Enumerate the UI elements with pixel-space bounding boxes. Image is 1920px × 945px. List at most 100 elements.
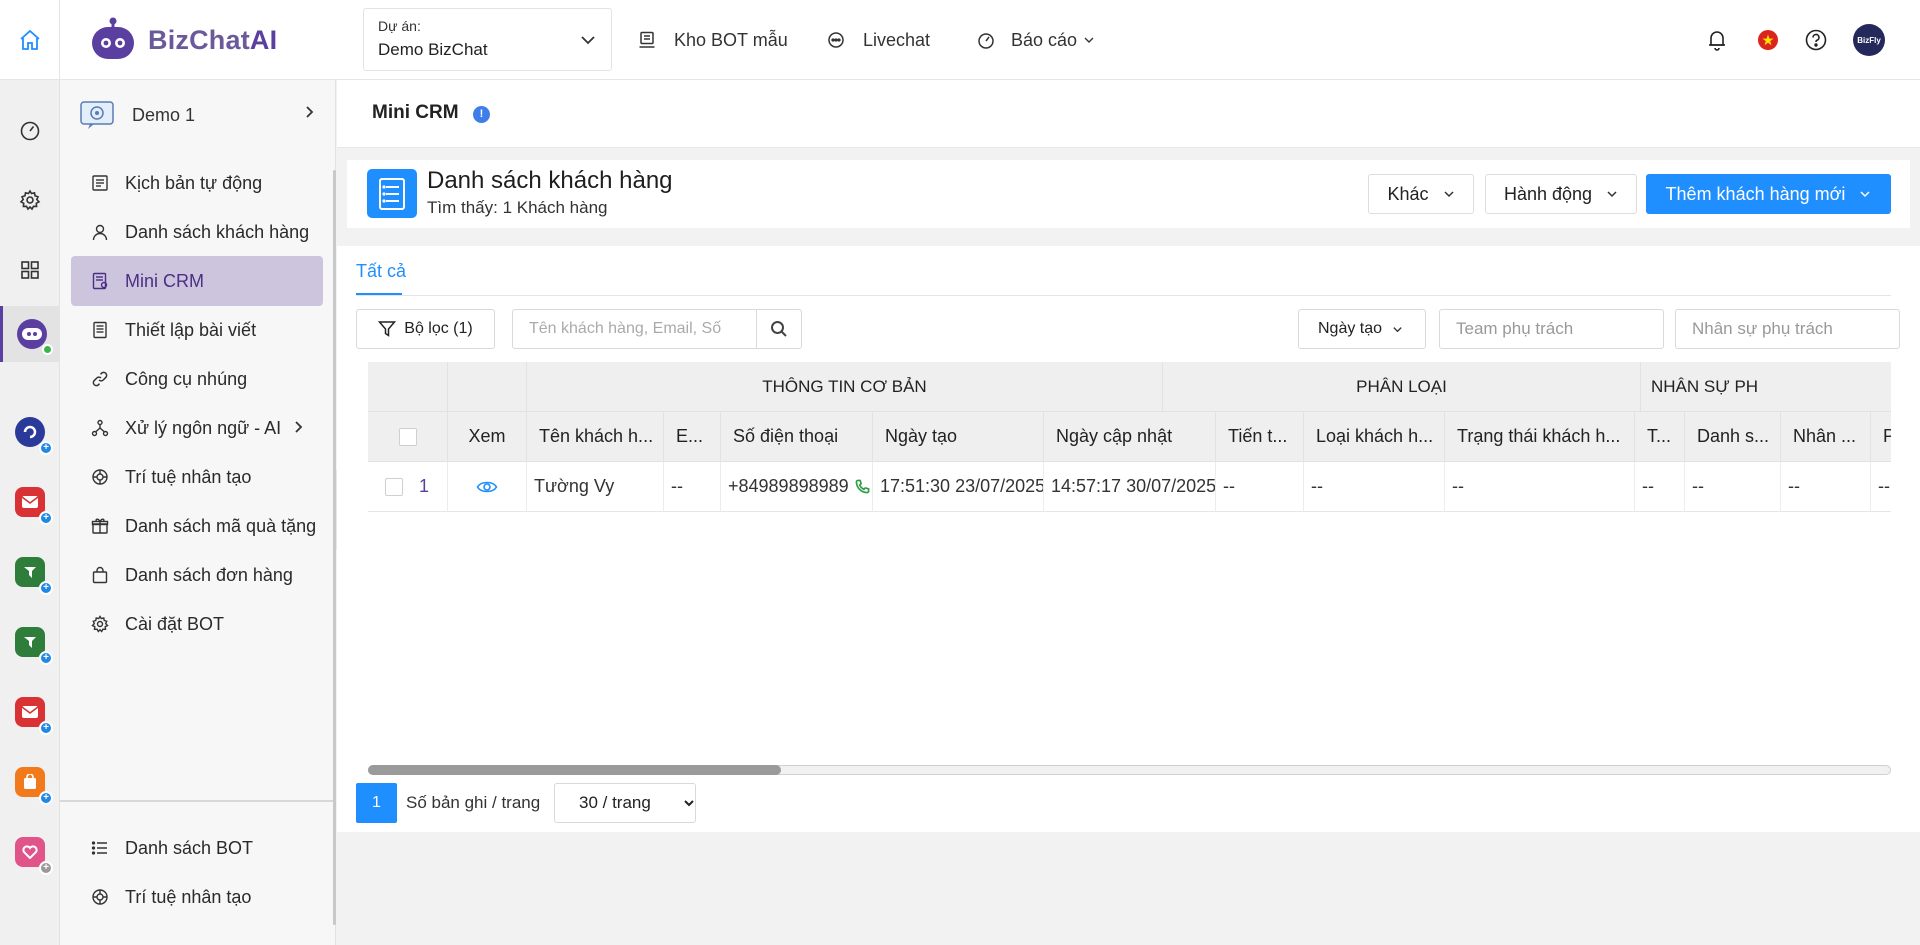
group-header-basic-info: THÔNG TIN CƠ BẢN — [527, 362, 1163, 412]
rail-app-mail[interactable]: + — [0, 482, 60, 525]
sidebar-item-label: Thiết lập bài viết — [125, 319, 257, 340]
sidebar-divider — [60, 800, 336, 802]
sidebar-item-nlp[interactable]: Xử lý ngôn ngữ - AI — [71, 403, 323, 453]
info-icon[interactable]: ! — [473, 106, 490, 123]
notification-button[interactable] — [1701, 24, 1733, 56]
column-header[interactable]: Tiến t... — [1216, 412, 1304, 462]
rail-app-mail-2[interactable]: + — [0, 692, 60, 735]
language-button[interactable] — [1752, 24, 1784, 56]
add-customer-button[interactable]: Thêm khách hàng mới — [1646, 174, 1891, 214]
customer-table-panel: Tất cả Bộ lọc (1) Tên khách hàng, Email,… — [337, 246, 1920, 832]
column-header[interactable]: P — [1871, 412, 1891, 462]
horizontal-scrollbar-thumb[interactable] — [368, 765, 781, 775]
button-label: Thêm khách hàng mới — [1665, 183, 1846, 204]
chevron-down-icon — [581, 36, 595, 45]
search-placeholder: Tên khách hàng, Email, Số — [529, 320, 722, 337]
tab-all[interactable]: Tất cả — [356, 261, 406, 282]
gear-icon — [91, 615, 109, 633]
bizfly-app-icon: + — [15, 417, 53, 455]
rail-app-crm-2[interactable]: + — [0, 622, 60, 665]
sidebar-item-ai-bottom[interactable]: Trí tuệ nhân tạo — [71, 872, 323, 922]
sidebar-item-label: Kịch bản tự động — [125, 172, 263, 193]
sidebar-item-orders[interactable]: Danh sách đơn hàng — [71, 550, 323, 600]
button-label: Hành động — [1503, 183, 1593, 204]
customer-table: THÔNG TIN CƠ BẢN PHÂN LOẠI NHÂN SỰ PH Xe… — [368, 362, 1891, 774]
bot-selector[interactable]: Demo 1 — [60, 80, 336, 150]
column-header[interactable]: E... — [664, 412, 721, 462]
per-page-label: Số bản ghi / trang — [406, 793, 541, 812]
sidebar-item-ai[interactable]: Trí tuệ nhân tạo — [71, 452, 323, 502]
per-page-select[interactable]: 30 / trang — [554, 783, 696, 823]
rail-settings[interactable] — [0, 180, 60, 220]
group-header-classification: PHÂN LOẠI — [1163, 362, 1641, 412]
team-select[interactable]: Team phụ trách — [1439, 309, 1664, 349]
brand-logo[interactable]: BizChatAI — [88, 14, 277, 66]
gear-icon — [19, 189, 41, 211]
sidebar-item-posts[interactable]: Thiết lập bài viết — [71, 305, 323, 355]
rail-app-pink[interactable]: + — [0, 832, 60, 875]
nav-bot-templates[interactable]: Kho BOT mẫu — [638, 0, 788, 80]
button-label: Khác — [1387, 183, 1429, 204]
avatar-logo-icon: BizFly — [1857, 35, 1881, 45]
date-sort-select[interactable]: Ngày tạo — [1298, 309, 1426, 349]
sidebar-item-bot-settings[interactable]: Cài đặt BOT — [71, 599, 323, 649]
vietnam-flag-icon — [1758, 30, 1778, 50]
pagination-page-1[interactable]: 1 — [356, 783, 397, 823]
bot-avatar-icon — [80, 101, 114, 129]
nav-label: Kho BOT mẫu — [674, 29, 788, 50]
top-bar: BizChatAI Dự án: Demo BizChat Kho BOT mẫ… — [0, 0, 1920, 80]
select-all-checkbox-cell — [368, 412, 448, 462]
filter-button[interactable]: Bộ lọc (1) — [356, 309, 495, 349]
project-select[interactable]: Dự án: Demo BizChat — [363, 8, 612, 71]
sidebar-item-gift-codes[interactable]: Danh sách mã quà tặng — [71, 501, 323, 551]
bag-icon — [92, 566, 108, 584]
search-button[interactable] — [756, 309, 802, 349]
column-header[interactable]: Số điện thoại — [721, 412, 873, 462]
sidebar-item-embed[interactable]: Công cụ nhúng — [71, 354, 323, 404]
sidebar-item-label: Danh sách BOT — [125, 837, 254, 858]
customer-search-input[interactable]: Tên khách hàng, Email, Số — [512, 309, 757, 349]
column-header[interactable]: Ngày cập nhật — [1044, 412, 1216, 462]
row-checkbox[interactable] — [385, 477, 403, 496]
brand-name: BizChatAI — [148, 24, 278, 55]
action-dropdown-button[interactable]: Hành động — [1485, 174, 1637, 214]
nav-livechat[interactable]: Livechat — [827, 0, 930, 80]
cell-customer-name[interactable]: Tường Vy — [527, 462, 664, 512]
rail-bizchat[interactable] — [0, 306, 60, 362]
help-button[interactable] — [1800, 24, 1832, 56]
add-badge: + — [39, 651, 53, 665]
chevron-down-icon — [1084, 37, 1094, 43]
column-header[interactable]: Xem — [448, 412, 527, 462]
select-all-checkbox[interactable] — [398, 427, 417, 446]
other-dropdown-button[interactable]: Khác — [1368, 174, 1474, 214]
avatar[interactable]: BizFly — [1853, 24, 1885, 56]
help-icon — [1805, 29, 1827, 51]
phone-call-icon[interactable] — [855, 479, 870, 494]
column-header[interactable]: Trạng thái khách h... — [1445, 412, 1635, 462]
staff-select[interactable]: Nhân sự phụ trách — [1675, 309, 1900, 349]
sidebar-item-mini-crm[interactable]: Mini CRM — [71, 256, 323, 306]
column-header[interactable]: Ngày tạo — [873, 412, 1044, 462]
page-title: Mini CRM — [372, 102, 459, 123]
sidebar-item-customers[interactable]: Danh sách khách hàng — [71, 207, 323, 257]
group-header-blank — [368, 362, 448, 412]
rail-app-crm[interactable]: + — [0, 552, 60, 595]
template-icon — [639, 31, 655, 48]
home-icon — [19, 29, 40, 50]
column-header[interactable]: Loại khách h... — [1304, 412, 1445, 462]
view-button[interactable] — [448, 462, 527, 512]
chevron-down-icon — [1443, 191, 1454, 198]
column-header[interactable]: T... — [1635, 412, 1685, 462]
rail-app-shop[interactable]: + — [0, 762, 60, 805]
column-header[interactable]: Nhân ... — [1781, 412, 1871, 462]
sidebar-item-bot-list[interactable]: Danh sách BOT — [71, 823, 323, 873]
chevron-down-icon — [1393, 326, 1402, 332]
home-button[interactable] — [0, 0, 60, 80]
nav-reports[interactable]: Báo cáo — [977, 0, 1095, 80]
rail-app-bizfly[interactable]: + — [0, 412, 60, 455]
sidebar-item-scripts[interactable]: Kịch bản tự động — [71, 158, 323, 208]
column-header[interactable]: Tên khách h... — [527, 412, 664, 462]
rail-dashboard[interactable] — [0, 110, 60, 150]
column-header[interactable]: Danh s... — [1685, 412, 1781, 462]
rail-apps[interactable] — [0, 250, 60, 290]
